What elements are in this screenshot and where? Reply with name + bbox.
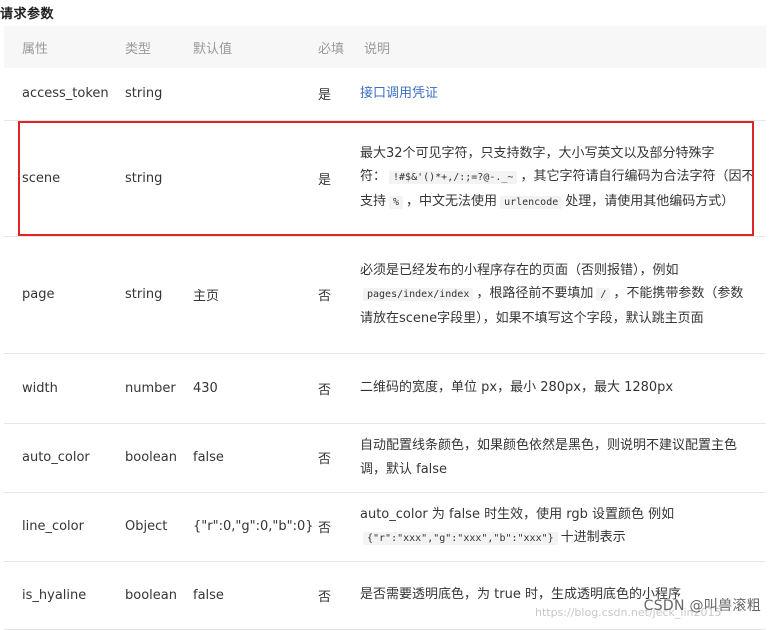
param-default-cell [175, 120, 300, 237]
param-description-cell: 自动配置线条颜色，如果颜色依然是黑色，则说明不建议配置主色调，默认 false [346, 423, 766, 493]
inline-code: pages/index/index [363, 288, 474, 302]
table-row: line_color Object {"r":0,"g":0,"b":0} 否 auto… [4, 492, 766, 562]
params-table: 属性 类型 默认值 必填 说明 access_token string 是接口调用凭… [4, 26, 766, 630]
param-name-cell: auto_color [4, 423, 107, 493]
table-row: page string 主页否必须是已经发布的小程序存在的页面（否则报错），例如 pa… [4, 236, 766, 354]
inline-code: / [596, 288, 611, 302]
description-text: 必须是已经发布的小程序存在的页面（否则报错），例如 [360, 262, 679, 278]
param-description-cell: 最大32个可见字符，只支持数字，大小写英文以及部分特殊字符： !#$&'()*+,… [346, 120, 766, 237]
description-text: 处理，请使用其他编码方式） [565, 193, 735, 209]
table-row: auto_color boolean false 否自动配置线条颜色，如果颜色依然是黑… [4, 423, 766, 493]
param-default-cell: 主页 [175, 236, 300, 354]
description-link[interactable]: 接口调用凭证 [360, 86, 438, 101]
table-row: scene string 是最大32个可见字符，只支持数字，大小写英文以及部分特殊字… [4, 120, 766, 237]
param-required-cell: 否 [300, 236, 346, 354]
param-name-cell: page [4, 236, 107, 354]
column-header-default: 默认值 [193, 41, 233, 57]
table-row: width number 430 否二维码的宽度，单位 px，最小 280px，最大 … [4, 353, 766, 424]
inline-code: !#$&'()*+,/:;=?@-._~ [389, 171, 518, 185]
description-text: ，根路径前不要填加 [476, 286, 594, 302]
description-text: 二维码的宽度，单位 px，最小 280px，最大 1280px [360, 380, 674, 396]
description-text: 是否需要透明底色，为 true 时，生成透明底色的小程序 [360, 587, 681, 603]
param-description-cell: auto_color 为 false 时生效，使用 rgb 设置颜色 例如 {"r… [346, 492, 766, 562]
param-required-cell: 是 [300, 120, 346, 237]
param-description-cell: 必须是已经发布的小程序存在的页面（否则报错），例如 pages/index/ind… [346, 236, 766, 354]
column-header-required: 必填 [318, 41, 345, 57]
param-type-cell: boolean [107, 561, 177, 630]
param-type-cell: number [107, 353, 176, 424]
table-header-row: 属性 类型 默认值 必填 说明 [4, 26, 766, 68]
param-name-cell: access_token [4, 68, 109, 121]
param-type-cell: Object [107, 492, 175, 562]
param-required-cell: 否 [300, 353, 346, 424]
table-row: access_token string 是接口调用凭证 [4, 68, 766, 121]
inline-code: % [389, 195, 404, 209]
param-type-cell: string [107, 236, 175, 354]
description-text: 十进制表示 [560, 530, 626, 545]
table-body: access_token string 是接口调用凭证 scene string 是最大3… [4, 68, 766, 630]
param-required-cell: 否 [300, 423, 346, 493]
param-name-cell: width [4, 353, 107, 424]
param-type-cell: boolean [107, 423, 177, 493]
param-name-cell: scene [4, 120, 107, 237]
param-description-cell: 二维码的宽度，单位 px，最小 280px，最大 1280px [346, 353, 766, 424]
column-header-description: 说明 [364, 41, 391, 57]
inline-code: urlencode [500, 195, 563, 209]
param-required-cell: 是 [300, 68, 346, 121]
param-default-cell: false [175, 423, 300, 493]
description-text: auto_color 为 false 时生效，使用 rgb 设置颜色 例如 [360, 506, 675, 522]
description-text: ，中文无法使用 [406, 193, 498, 209]
param-default-cell: 430 [175, 353, 300, 424]
param-default-cell [175, 68, 300, 121]
param-description-cell: 接口调用凭证 [346, 68, 766, 121]
param-type-cell: string [107, 120, 175, 237]
param-name-cell: line_color [4, 492, 107, 562]
column-header-name: 属性 [22, 41, 49, 57]
param-required-cell: 否 [300, 561, 346, 630]
description-text: 自动配置线条颜色，如果颜色依然是黑色，则说明不建议配置主色调，默认 false [360, 438, 738, 477]
watermark: CSDN @叫兽滚粗 [643, 598, 761, 614]
param-default-cell: {"r":0,"g":0,"b":0} [175, 492, 314, 562]
param-default-cell: false [175, 561, 300, 630]
section-heading: 请求参数 [0, 7, 55, 22]
column-header-type: 类型 [125, 41, 152, 57]
param-name-cell: is_hyaline [4, 561, 107, 630]
inline-code: {"r":"xxx","g":"xxx","b":"xxx"} [363, 532, 558, 545]
param-type-cell: string [107, 68, 175, 121]
